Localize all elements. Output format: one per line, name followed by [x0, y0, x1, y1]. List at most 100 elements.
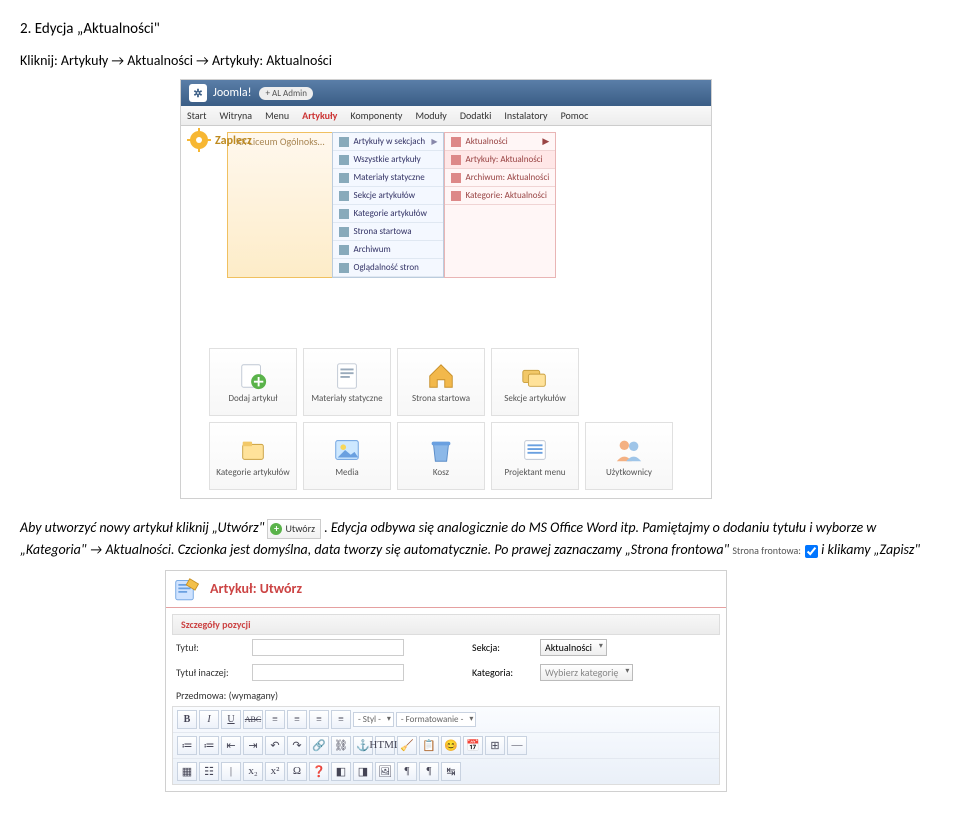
articles-dropdown[interactable]: Artykuły w sekcjach▶Wszystkie artykułyMa… [332, 132, 444, 278]
toolbar-button[interactable]: ▦ [177, 762, 197, 781]
toolbar-button[interactable]: ↹ [441, 762, 461, 781]
quick-icon-folder[interactable]: Kategorie artykułów [209, 422, 297, 490]
toolbar-button[interactable]: ¶ [397, 762, 417, 781]
select-styl[interactable]: - Styl - [353, 712, 394, 727]
menu-instalatory[interactable]: Instalatory [504, 109, 547, 122]
toolbar-button[interactable]: ◧ [331, 762, 351, 781]
input-tytul-inaczej[interactable] [252, 664, 404, 681]
dd-item[interactable]: Archiwum [333, 241, 443, 259]
dd-item[interactable]: Oglądalność stron [333, 259, 443, 277]
toolbar-button[interactable]: HTML [375, 736, 395, 755]
quick-icon-menu[interactable]: Projektant menu [491, 422, 579, 490]
instruction-paragraph: Aby utworzyć nowy artykuł kliknij „Utwór… [20, 517, 940, 562]
toolbar-button[interactable]: ❓ [309, 762, 329, 781]
toolbar-button[interactable]: ABC [243, 710, 263, 729]
submenu-item[interactable]: Artykuły: Aktualności [445, 151, 555, 169]
toolbar-button[interactable]: ≔ [177, 736, 197, 755]
editor-toolbar: BIUABC≡≡≡≡- Styl -- Formatowanie - ≔≔⇤⇥↶… [172, 706, 720, 785]
menu-witryna[interactable]: Witryna [219, 109, 252, 122]
toolbar-button[interactable]: ↶ [265, 736, 285, 755]
submenu-item[interactable]: Aktualności▶ [445, 133, 555, 151]
toolbar-button[interactable]: ☷ [199, 762, 219, 781]
toolbar-button[interactable]: ≡ [287, 710, 307, 729]
toolbar-button[interactable]: ⇤ [221, 736, 241, 755]
toolbar-button[interactable]: x₂ [243, 762, 263, 781]
menu-komponenty[interactable]: Komponenty [350, 109, 402, 122]
quick-icon-image[interactable]: Media [303, 422, 391, 490]
quick-icon-folders[interactable]: Sekcje artykułów [491, 348, 579, 416]
toolbar-button[interactable]: U [221, 710, 241, 729]
label-tytul-inaczej: Tytuł inaczej: [176, 666, 244, 679]
image-icon [332, 435, 362, 463]
doc-icon [339, 137, 349, 147]
label-przedmowa: Przedmowa: (wymagany) [166, 685, 726, 704]
menu-dodatki[interactable]: Dodatki [460, 109, 492, 122]
quick-icon-label: Kosz [433, 467, 449, 478]
utworz-button-inline[interactable]: + Utwórz [267, 519, 321, 539]
quick-icon-label: Dodaj artykuł [229, 393, 278, 404]
frontowa-checkbox[interactable] [805, 545, 818, 558]
dd-item[interactable]: Strona startowa [333, 223, 443, 241]
select-sekcja[interactable]: Aktualności [540, 639, 607, 656]
plus-icon [238, 361, 268, 389]
toolbar-button[interactable]: — [507, 736, 527, 755]
toolbar-button[interactable]: Ω [287, 762, 307, 781]
dd-item[interactable]: Kategorie artykułów [333, 205, 443, 223]
toolbar-button[interactable]: ≡ [309, 710, 329, 729]
menu-moduły[interactable]: Moduły [415, 109, 446, 122]
aktualnosci-submenu[interactable]: Aktualności▶Artykuły: AktualnościArchiwu… [444, 132, 556, 278]
quick-icon-label: Strona startowa [412, 393, 470, 404]
toolbar-button[interactable]: ≔ [199, 736, 219, 755]
select-format[interactable]: - Formatowanie - [396, 712, 476, 727]
toolbar-button[interactable]: 🖼 [375, 762, 395, 781]
doc-icon [339, 227, 349, 237]
doc-icon [332, 361, 362, 389]
editor-title: Artykuł: Utwórz [210, 580, 302, 597]
doc-icon [451, 137, 461, 147]
quick-icon-trash[interactable]: Kosz [397, 422, 485, 490]
input-tytul[interactable] [252, 639, 404, 656]
quick-icon-users[interactable]: Użytkownicy [585, 422, 673, 490]
quick-icon-doc[interactable]: Materiały statyczne [303, 348, 391, 416]
frontowa-inline: Strona frontowa: [732, 543, 818, 559]
toolbar-button[interactable]: ⇥ [243, 736, 263, 755]
toolbar-button[interactable]: 🧹 [397, 736, 417, 755]
toolbar-button[interactable]: | [221, 762, 241, 781]
doc-icon [339, 209, 349, 219]
menu-start[interactable]: Start [187, 109, 206, 122]
dd-item[interactable]: Wszystkie artykuły [333, 151, 443, 169]
select-kategoria[interactable]: Wybierz kategorię [540, 664, 633, 681]
dd-item[interactable]: Artykuły w sekcjach▶ [333, 133, 443, 151]
toolbar-button[interactable]: ¶ [419, 762, 439, 781]
quick-icon-label: Użytkownicy [606, 467, 652, 478]
doc-heading: 2. Edycja „Aktualności" [20, 20, 940, 38]
quick-icon-label: Sekcje artykułów [504, 393, 566, 404]
submenu-item[interactable]: Archiwum: Aktualności [445, 169, 555, 187]
toolbar-button[interactable]: 📅 [463, 736, 483, 755]
joomla-brand: Joomla! [213, 86, 251, 100]
toolbar-button[interactable]: ≡ [265, 710, 285, 729]
doc-icon [339, 245, 349, 255]
toolbar-button[interactable]: 😊 [441, 736, 461, 755]
toolbar-button[interactable]: ≡ [331, 710, 351, 729]
label-kategoria: Kategoria: [472, 666, 532, 679]
plus-icon: + [270, 523, 282, 535]
toolbar-button[interactable]: B [177, 710, 197, 729]
toolbar-button[interactable]: I [199, 710, 219, 729]
toolbar-button[interactable]: 📋 [419, 736, 439, 755]
menu-artykuły[interactable]: Artykuły [302, 109, 337, 122]
quick-icon-plus[interactable]: Dodaj artykuł [209, 348, 297, 416]
toolbar-button[interactable]: ⛓ [331, 736, 351, 755]
dd-item[interactable]: Materiały statyczne [333, 169, 443, 187]
toolbar-button[interactable]: ⊞ [485, 736, 505, 755]
menu-menu[interactable]: Menu [265, 109, 289, 122]
toolbar-button[interactable]: ↷ [287, 736, 307, 755]
menu-pomoc[interactable]: Pomoc [561, 109, 589, 122]
breadcrumb-site[interactable]: XX Liceum Ogólnoks… [227, 132, 332, 278]
toolbar-button[interactable]: ◨ [353, 762, 373, 781]
toolbar-button[interactable]: x² [265, 762, 285, 781]
dd-item[interactable]: Sekcje artykułów [333, 187, 443, 205]
toolbar-button[interactable]: 🔗 [309, 736, 329, 755]
submenu-item[interactable]: Kategorie: Aktualności [445, 187, 555, 205]
quick-icon-home[interactable]: Strona startowa [397, 348, 485, 416]
